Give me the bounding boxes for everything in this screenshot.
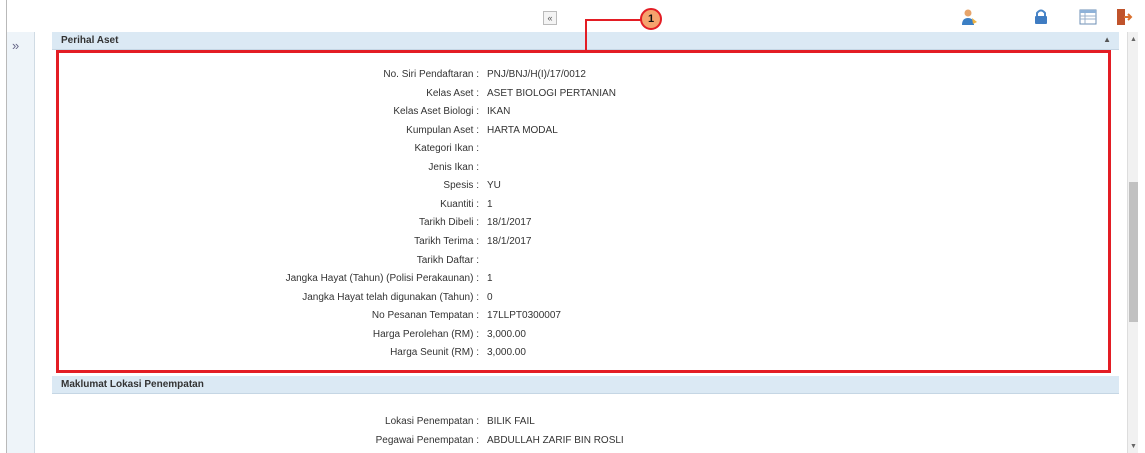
field-label: Tarikh Daftar :: [416, 254, 479, 266]
field-value: 3,000.00: [487, 347, 526, 359]
field-label: Kategori Ikan :: [414, 143, 479, 155]
field-row: Jangka Hayat telah digunakan (Tahun) : 0: [52, 290, 1119, 306]
section-body-lokasi: Lokasi Penempatan : BILIK FAIL Pegawai Pen…: [52, 394, 1119, 453]
field-row: Jenis Ikan :: [52, 160, 1119, 176]
field-label: Kumpulan Aset :: [406, 124, 479, 136]
field-row: Pegawai Penempatan : ABDULLAH ZARIF BIN R…: [52, 433, 1119, 449]
annotation-callout-badge: 1: [640, 8, 662, 30]
field-label: Tarikh Dibeli :: [418, 217, 479, 229]
field-row: Spesis : YU: [52, 178, 1119, 194]
field-row: No Pesanan Tempatan : 17LLPT0300007: [52, 308, 1119, 324]
field-value: BILIK FAIL: [487, 416, 535, 427]
field-label: Jangka Hayat (Tahun) (Polisi Perakaunan)…: [285, 273, 479, 285]
field-row: Kategori Ikan :: [52, 141, 1119, 157]
field-row: Kumpulan Aset : HARTA MODAL: [52, 123, 1119, 139]
field-value: 0: [487, 291, 493, 303]
field-row: Lokasi Penempatan : BILIK FAIL: [52, 414, 1119, 430]
user-icon[interactable]: [960, 8, 978, 26]
top-toolbar: «: [7, 0, 1138, 32]
left-panel-strip: »: [7, 32, 35, 453]
field-label: Pegawai Penempatan :: [375, 434, 479, 446]
field-row: No. Siri Pendaftaran : PNJ/BNJ/H(I)/17/00…: [52, 67, 1119, 83]
field-label: Jenis Ikan :: [428, 161, 479, 173]
field-label: Lokasi Penempatan :: [385, 416, 479, 427]
expand-left-panel-button[interactable]: »: [12, 38, 19, 53]
field-value: ASET BIOLOGI PERTANIAN: [487, 87, 616, 99]
scrollbar-thumb[interactable]: [1129, 182, 1138, 322]
field-row: Harga Seunit (RM) : 3,000.00: [52, 345, 1119, 361]
scroll-up-icon[interactable]: ▲: [1130, 36, 1137, 43]
scroll-down-icon[interactable]: ▼: [1130, 443, 1137, 450]
section-title: Maklumat Lokasi Penempatan: [61, 379, 204, 390]
field-row: Tarikh Terima : 18/1/2017: [52, 234, 1119, 250]
field-value: 3,000.00: [487, 328, 526, 340]
field-label: Kuantiti :: [440, 198, 479, 210]
field-label: Kelas Aset :: [426, 87, 479, 99]
field-row: Harga Perolehan (RM) : 3,000.00: [52, 327, 1119, 343]
field-row: Kuantiti : 1: [52, 197, 1119, 213]
field-value: PNJ/BNJ/H(I)/17/0012: [487, 69, 586, 80]
lock-icon[interactable]: [1032, 8, 1050, 26]
exit-icon[interactable]: [1115, 8, 1133, 26]
field-value: 18/1/2017: [487, 235, 532, 247]
section-header-lokasi[interactable]: Maklumat Lokasi Penempatan: [52, 376, 1119, 394]
field-value: YU: [487, 180, 501, 192]
field-value: 18/1/2017: [487, 217, 532, 229]
field-row: Tarikh Daftar :: [52, 253, 1119, 269]
field-label: Spesis :: [443, 180, 479, 192]
field-label: Harga Seunit (RM) :: [390, 347, 479, 359]
field-label: No. Siri Pendaftaran :: [383, 69, 479, 80]
annotation-callout-line: [585, 19, 646, 50]
field-row: Jangka Hayat (Tahun) (Polisi Perakaunan)…: [52, 271, 1119, 287]
field-value: ABDULLAH ZARIF BIN ROSLI: [487, 434, 624, 446]
field-value: 17LLPT0300007: [487, 310, 561, 322]
collapse-header-button[interactable]: «: [543, 11, 557, 25]
field-label: Tarikh Terima :: [414, 235, 479, 247]
collapse-section-icon[interactable]: ▲: [1103, 35, 1111, 44]
table-icon[interactable]: [1079, 8, 1097, 26]
field-row: Tarikh Dibeli : 18/1/2017: [52, 215, 1119, 231]
vertical-scrollbar[interactable]: ▲ ▼: [1127, 32, 1138, 453]
field-label: Harga Perolehan (RM) :: [372, 328, 479, 340]
field-row: Kelas Aset : ASET BIOLOGI PERTANIAN: [52, 86, 1119, 102]
field-label: Kelas Aset Biologi :: [393, 106, 479, 118]
field-value: 1: [487, 273, 493, 285]
field-value: HARTA MODAL: [487, 124, 558, 136]
field-label: Jangka Hayat telah digunakan (Tahun) :: [302, 291, 479, 303]
field-value: IKAN: [487, 106, 511, 118]
field-value: 1: [487, 198, 493, 210]
section-body-perihal-aset: No. Siri Pendaftaran : PNJ/BNJ/H(I)/17/00…: [52, 50, 1119, 376]
field-row: Kelas Aset Biologi : IKAN: [52, 104, 1119, 120]
field-label: No Pesanan Tempatan :: [371, 310, 479, 322]
main-content: Perihal Aset ▲ No. Siri Pendaftaran : PNJ…: [52, 32, 1119, 453]
section-title: Perihal Aset: [61, 35, 119, 46]
app-frame: « » Perihal Aset ▲ No. Siri Pendaftaran …: [6, 0, 1138, 453]
